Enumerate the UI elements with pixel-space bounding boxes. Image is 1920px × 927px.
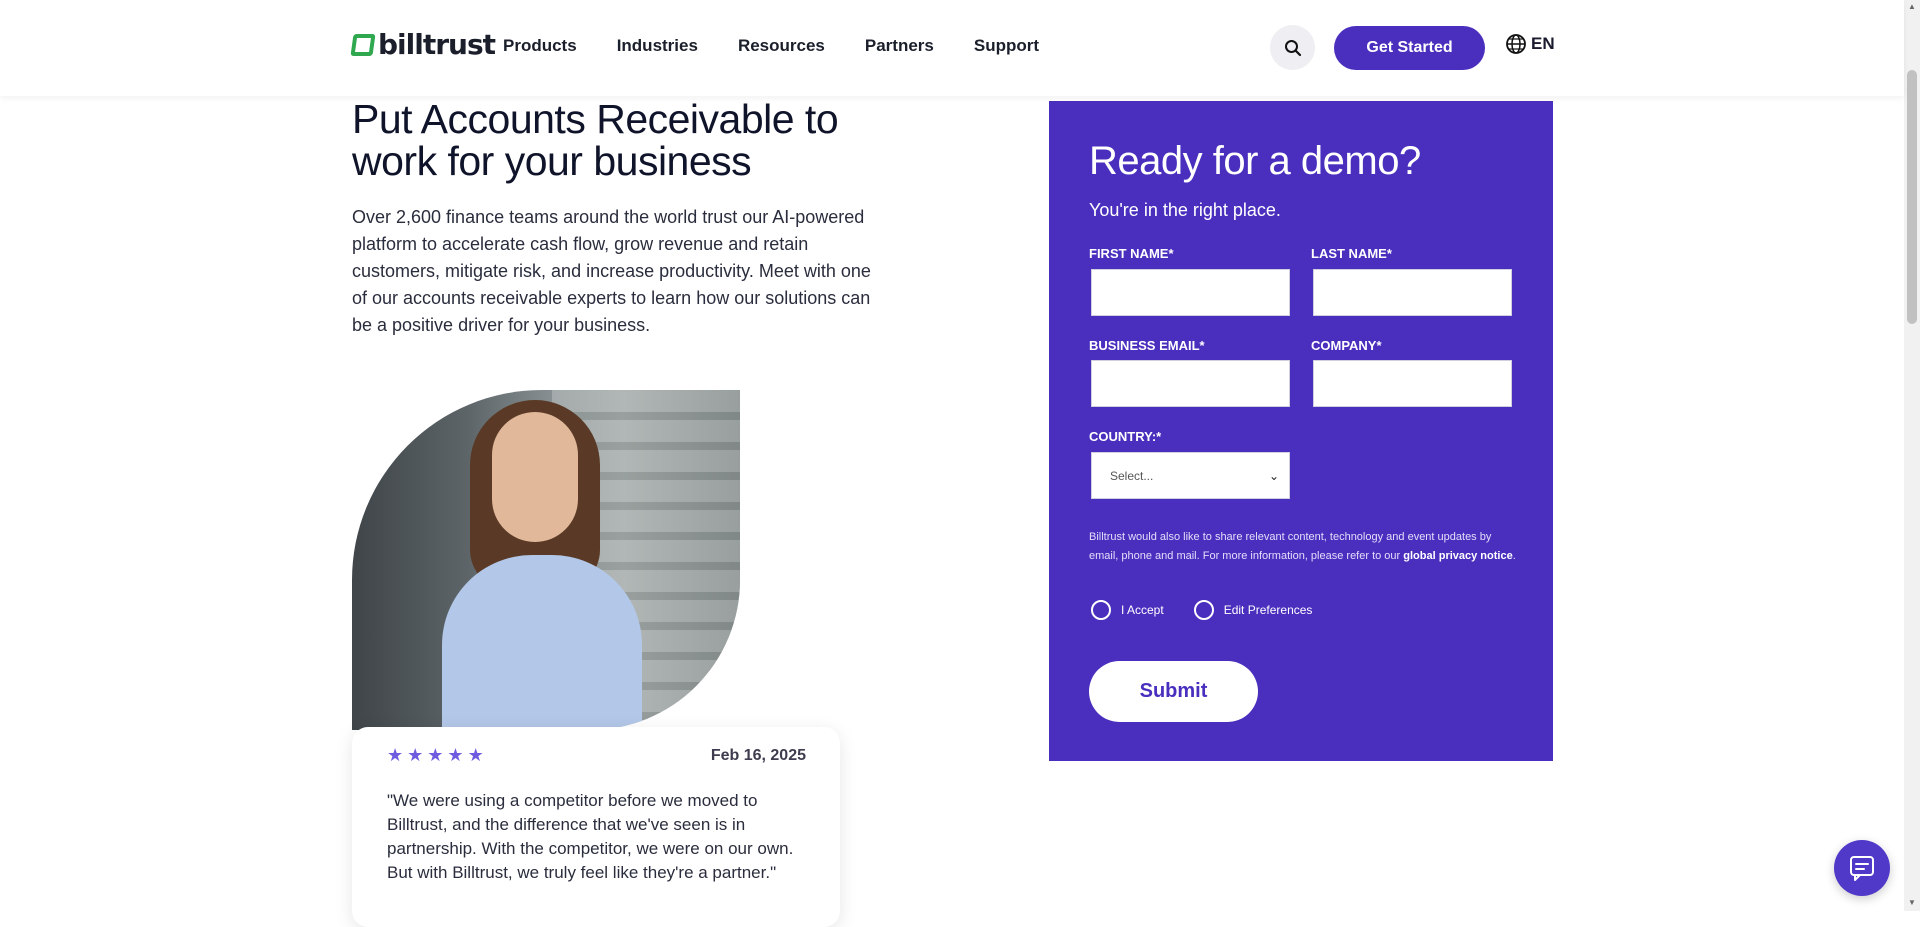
hero-photo bbox=[352, 390, 740, 730]
business-email-field[interactable] bbox=[1091, 360, 1290, 407]
accept-label: I Accept bbox=[1121, 603, 1164, 617]
logo-mark-icon bbox=[350, 33, 376, 56]
globe-icon bbox=[1506, 34, 1526, 54]
scroll-down-arrow-icon[interactable]: ▼ bbox=[1907, 898, 1917, 908]
country-label: COUNTRY:* bbox=[1089, 429, 1162, 444]
site-header: billtrust Products Industries Resources … bbox=[0, 0, 1904, 96]
scroll-up-arrow-icon[interactable]: ▲ bbox=[1907, 2, 1917, 12]
last-name-field[interactable] bbox=[1313, 269, 1512, 316]
nav-products[interactable]: Products bbox=[503, 36, 577, 56]
star-icon: ★ bbox=[387, 745, 404, 765]
chevron-down-icon: ⌄ bbox=[1268, 468, 1279, 483]
page-title: Put Accounts Receivable to work for your… bbox=[352, 96, 839, 184]
logo-text: billtrust bbox=[378, 28, 496, 61]
demo-form-panel: Ready for a demo? You're in the right pl… bbox=[1049, 101, 1553, 761]
form-title: Ready for a demo? bbox=[1089, 139, 1421, 183]
main-nav: Products Industries Resources Partners S… bbox=[503, 36, 1039, 56]
star-icon: ★ bbox=[427, 745, 444, 765]
search-icon bbox=[1284, 39, 1301, 56]
chat-button[interactable] bbox=[1834, 840, 1890, 896]
get-started-button[interactable]: Get Started bbox=[1334, 26, 1485, 70]
company-label: COMPANY* bbox=[1311, 338, 1382, 353]
first-name-label: FIRST NAME* bbox=[1089, 246, 1174, 261]
submit-button[interactable]: Submit bbox=[1089, 661, 1258, 722]
company-field[interactable] bbox=[1313, 360, 1512, 407]
hero-description: Over 2,600 finance teams around the worl… bbox=[352, 207, 871, 335]
last-name-label: LAST NAME* bbox=[1311, 246, 1392, 261]
edit-preferences-radio[interactable] bbox=[1193, 600, 1214, 620]
nav-partners[interactable]: Partners bbox=[865, 36, 934, 56]
edit-preferences-label: Edit Preferences bbox=[1223, 603, 1313, 617]
star-rating: ★ ★ ★ ★ ★ bbox=[387, 745, 484, 766]
country-select[interactable]: Select... ⌄ bbox=[1091, 452, 1290, 499]
first-name-field[interactable] bbox=[1091, 269, 1290, 316]
consent-text: Billtrust would also like to share relev… bbox=[1089, 528, 1519, 566]
nav-resources[interactable]: Resources bbox=[738, 36, 825, 56]
nav-industries[interactable]: Industries bbox=[617, 36, 698, 56]
chat-icon bbox=[1850, 856, 1874, 881]
privacy-notice-link[interactable]: global privacy notice bbox=[1403, 550, 1512, 562]
star-icon: ★ bbox=[467, 745, 484, 765]
search-button[interactable] bbox=[1270, 25, 1315, 70]
language-label: EN bbox=[1531, 34, 1555, 53]
photo-person-face bbox=[492, 412, 578, 542]
language-selector[interactable]: EN bbox=[1505, 33, 1555, 55]
review-date: Feb 16, 2025 bbox=[710, 747, 806, 764]
consent-end: . bbox=[1512, 550, 1516, 562]
scrollbar-thumb[interactable] bbox=[1907, 70, 1917, 324]
testimonial-card: ★ ★ ★ ★ ★ Feb 16, 2025 "We were using a … bbox=[352, 727, 840, 927]
photo-person-shirt bbox=[442, 555, 642, 730]
accept-radio[interactable] bbox=[1091, 600, 1111, 620]
business-email-label: BUSINESS EMAIL* bbox=[1089, 338, 1205, 353]
star-icon: ★ bbox=[447, 745, 464, 765]
star-icon: ★ bbox=[407, 745, 424, 765]
form-subtitle: You're in the right place. bbox=[1089, 200, 1281, 220]
consent-options: I Accept Edit Preferences bbox=[1091, 600, 1312, 620]
review-quote: "We were using a competitor before we mo… bbox=[387, 791, 794, 882]
page-scrollbar[interactable]: ▲ ▼ bbox=[1904, 0, 1920, 911]
billtrust-logo[interactable]: billtrust bbox=[350, 28, 496, 61]
nav-support[interactable]: Support bbox=[974, 36, 1039, 56]
country-select-value: Select... bbox=[1110, 468, 1154, 483]
